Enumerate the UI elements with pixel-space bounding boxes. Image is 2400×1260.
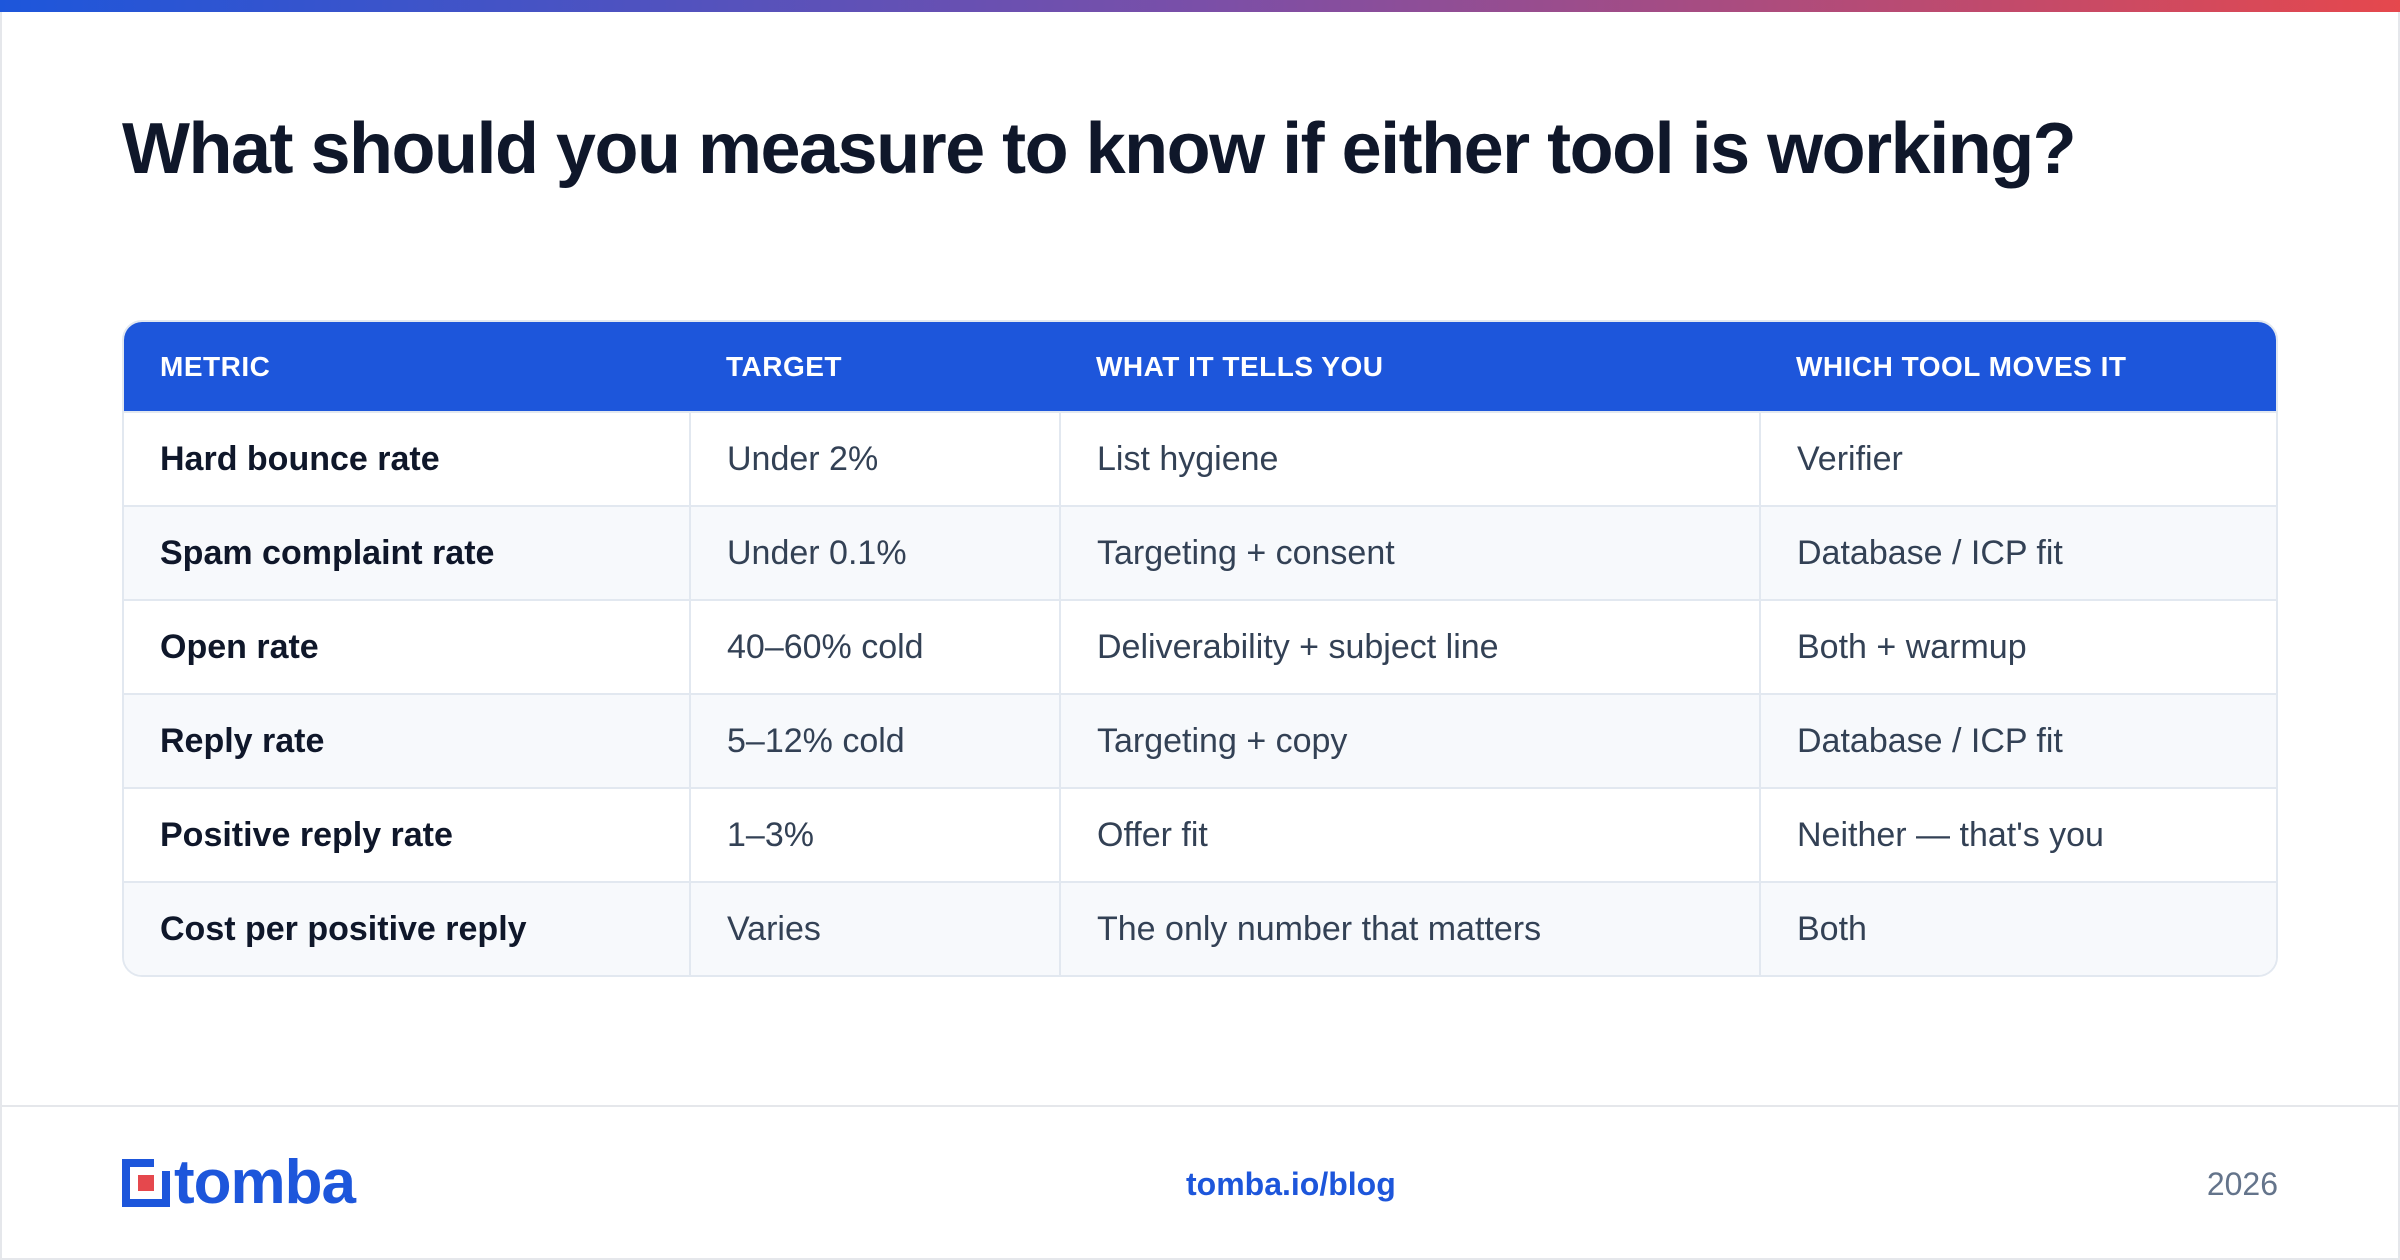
header-metric: METRIC [160, 350, 271, 382]
meaning-cell: Offer fit [1059, 787, 1760, 882]
metric-cell: Open rate [124, 599, 690, 694]
metric-cell: Spam complaint rate [124, 505, 690, 600]
metric-cell: Hard bounce rate [124, 411, 690, 506]
meaning-cell: List hygiene [1059, 411, 1760, 506]
gradient-accent-bar [0, 0, 2400, 12]
table-row: Hard bounce rate Under 2% List hygiene V… [124, 411, 2276, 506]
meaning-cell: Targeting + copy [1059, 693, 1760, 788]
page-title: What should you measure to know if eithe… [122, 109, 2077, 189]
header-what-it-tells-you: WHAT IT TELLS YOU [1096, 350, 1384, 382]
tool-cell: Both + warmup [1759, 599, 2276, 694]
year-label: 2026 [2206, 1166, 2278, 1202]
blog-link[interactable]: tomba.io/blog [1186, 1166, 1396, 1203]
meaning-cell: Deliverability + subject line [1059, 599, 1760, 694]
meaning-cell: Targeting + consent [1059, 505, 1760, 600]
metric-cell: Cost per positive reply [124, 881, 690, 975]
metric-cell: Positive reply rate [124, 787, 690, 882]
table-row: Positive reply rate 1–3% Offer fit Neith… [124, 787, 2276, 882]
table-row: Spam complaint rate Under 0.1% Targeting… [124, 505, 2276, 600]
table-row: Cost per positive reply Varies The only … [124, 881, 2276, 975]
target-cell: Varies [689, 881, 1060, 975]
meaning-cell: The only number that matters [1059, 881, 1760, 975]
table-row: Reply rate 5–12% cold Targeting + copy D… [124, 693, 2276, 788]
tool-cell: Both [1759, 881, 2276, 975]
table-header-row: METRIC TARGET WHAT IT TELLS YOU WHICH TO… [124, 322, 2276, 412]
tool-cell: Database / ICP fit [1759, 505, 2276, 600]
target-cell: Under 0.1% [689, 505, 1060, 600]
metrics-table: METRIC TARGET WHAT IT TELLS YOU WHICH TO… [122, 320, 2278, 977]
header-which-tool: WHICH TOOL MOVES IT [1796, 350, 2127, 382]
target-cell: 40–60% cold [689, 599, 1060, 694]
header-target: TARGET [726, 350, 843, 382]
tool-cell: Verifier [1759, 411, 2276, 506]
footer-divider [0, 1105, 2400, 1107]
logo-wordmark: tomba [174, 1148, 356, 1217]
tool-cell: Database / ICP fit [1759, 693, 2276, 788]
metric-cell: Reply rate [124, 693, 690, 788]
table-row: Open rate 40–60% cold Deliverability + s… [124, 599, 2276, 694]
tomba-logo[interactable]: tomba [122, 1148, 356, 1217]
tomba-logo-icon [122, 1159, 170, 1207]
target-cell: Under 2% [689, 411, 1060, 506]
target-cell: 1–3% [689, 787, 1060, 882]
tool-cell: Neither — that's you [1759, 787, 2276, 882]
target-cell: 5–12% cold [689, 693, 1060, 788]
